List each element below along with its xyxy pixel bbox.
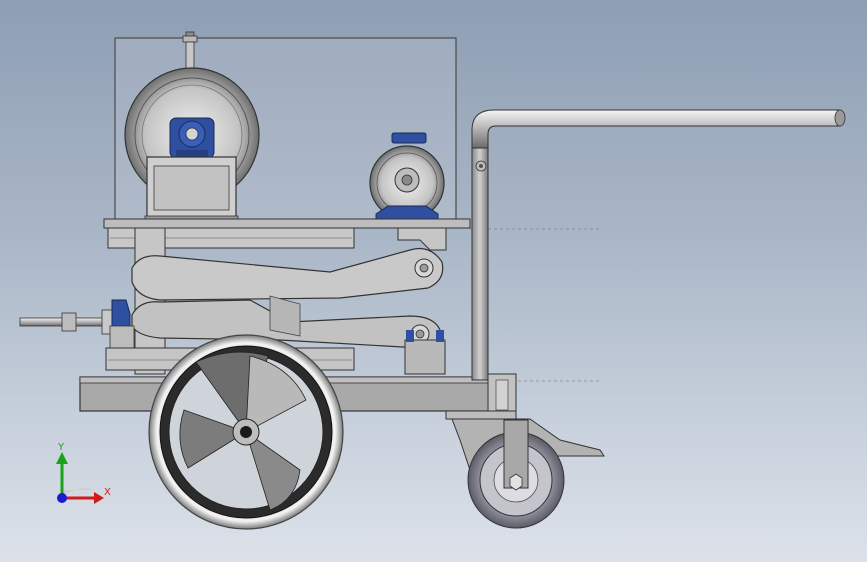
swivel-caster-wheel <box>445 410 605 529</box>
push-handle <box>471 109 846 415</box>
pillow-block-bearing <box>169 117 215 159</box>
scissor-lift-links <box>131 247 444 349</box>
cad-viewport[interactable]: Y X <box>0 0 867 562</box>
large-rear-wheel <box>148 334 344 530</box>
input-shaft <box>19 299 135 353</box>
cart-assembly-model[interactable] <box>0 0 867 562</box>
coordinate-triad-icon <box>56 452 104 504</box>
top-deck-plate <box>103 218 600 249</box>
y-axis-label: Y <box>58 442 65 453</box>
x-axis-label: X <box>104 487 111 498</box>
gear-housing <box>144 156 239 222</box>
